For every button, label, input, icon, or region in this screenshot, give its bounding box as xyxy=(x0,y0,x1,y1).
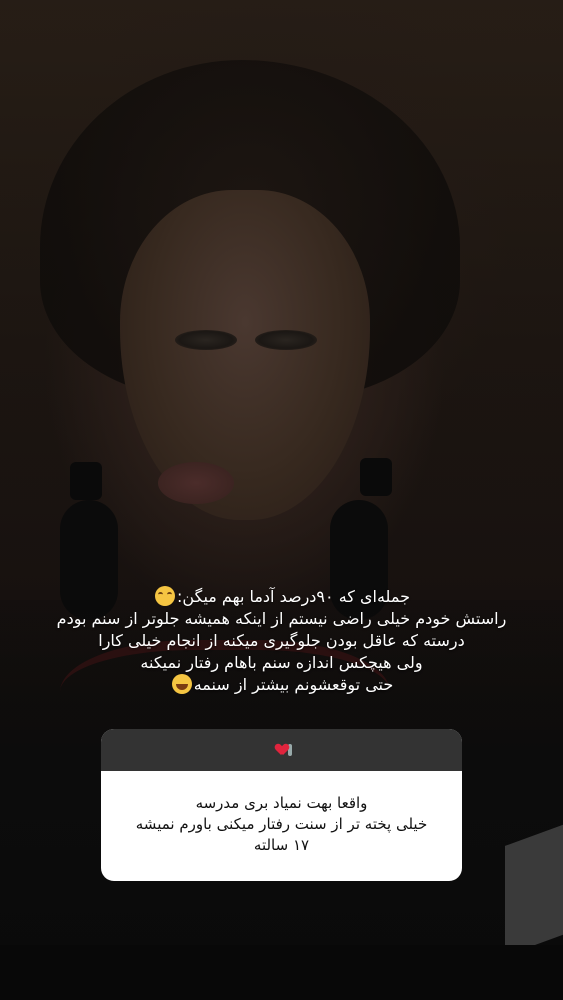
caption-line-3: درسته که عاقل بودن جلوگیری میکنه از انجا… xyxy=(98,631,465,650)
face-shape xyxy=(120,190,370,520)
right-eye xyxy=(255,330,317,350)
question-sticker-body: واقعا بهت نمیاد بری مدرسه خیلی پخته تر ا… xyxy=(101,771,462,856)
caption-line-1: جمله‌ای که ۹۰درصد آدما بهم میگن: xyxy=(20,586,543,608)
right-earring-top xyxy=(360,458,392,496)
caption-line-5: حتی توقعشونم بیشتر از سنمه xyxy=(20,674,543,696)
heart-with-bandage-icon xyxy=(276,744,288,756)
question-sticker-header xyxy=(101,729,462,771)
left-earring-top xyxy=(70,462,102,500)
question-sticker[interactable]: واقعا بهت نمیاد بری مدرسه خیلی پخته تر ا… xyxy=(101,729,462,881)
hugging-face-emoji-icon xyxy=(155,586,176,606)
left-eye xyxy=(175,330,237,350)
question-line-2: خیلی پخته تر از سنت رفتار میکنی باورم نم… xyxy=(135,815,428,833)
background-patch xyxy=(505,824,563,956)
lips xyxy=(158,462,234,504)
laughing-tears-emoji-icon xyxy=(171,674,192,694)
bottom-bar xyxy=(0,945,563,1000)
question-line-3: ۱۷ سالته xyxy=(253,836,310,854)
caption-line-2: راستش خودم خیلی راضی نیستم از اینکه همیش… xyxy=(56,609,507,628)
caption-line-4: ولی هیچکس اندازه سنم باهام رفتار نمیکنه xyxy=(140,653,423,672)
question-line-1: واقعا بهت نمیاد بری مدرسه xyxy=(195,794,368,812)
story-caption: جمله‌ای که ۹۰درصد آدما بهم میگن: راستش خ… xyxy=(20,586,543,696)
